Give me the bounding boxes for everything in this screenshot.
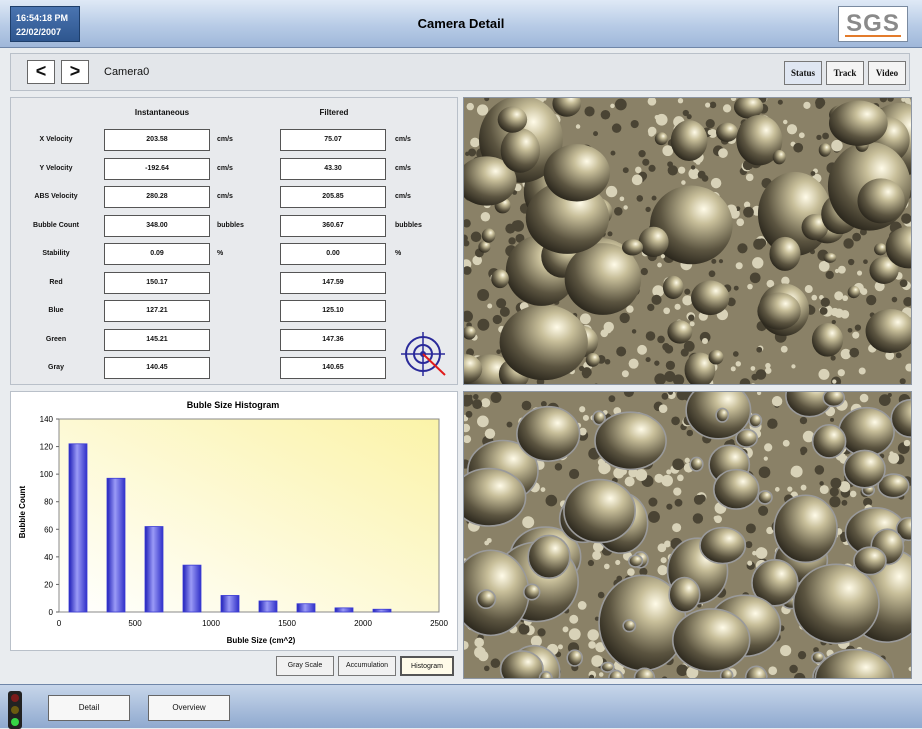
y-tick-label: 20 (44, 580, 53, 589)
traffic-light-icon (8, 691, 22, 729)
track-button[interactable]: Track (826, 61, 864, 85)
histogram-bar (258, 600, 278, 613)
y-tick-label: 40 (44, 553, 53, 562)
camera-nav-bar: < > Camera0 Status Track Video (10, 53, 910, 91)
instantaneous-value: 280.28 (104, 186, 210, 208)
logo-text: SGS (846, 10, 900, 37)
y-tick-label: 100 (40, 470, 54, 479)
row-label: Bubble Count (33, 221, 79, 229)
green-light (11, 718, 19, 726)
x-axis-label: Buble Size (cm^2) (227, 636, 296, 645)
filtered-value: 205.85 (280, 186, 386, 208)
histogram-mode-buttons: Gray Scale Accumulation Histogram (10, 653, 458, 677)
title-bar: 16:54:18 PM 22/02/2007 Camera Detail SGS (0, 0, 922, 48)
camera-raw-image (463, 97, 912, 385)
x-tick-label: 2000 (354, 619, 372, 628)
filtered-unit: bubbles (395, 221, 422, 229)
histogram-bar (372, 608, 392, 613)
y-tick-label: 120 (40, 443, 54, 452)
instantaneous-value: 348.00 (104, 214, 210, 237)
histogram-bar (106, 477, 126, 613)
instantaneous-value: 150.17 (104, 271, 210, 294)
instantaneous-value: 140.45 (104, 357, 210, 379)
row-label: Stability (42, 250, 70, 257)
instantaneous-header: Instantaneous (134, 108, 190, 117)
x-tick-label: 1500 (278, 619, 296, 628)
y-tick-label: 60 (44, 525, 53, 534)
bubble-size-histogram: Buble Size Histogram 020406080100120140 … (18, 400, 449, 645)
detail-button[interactable]: Detail (48, 695, 130, 721)
filtered-value: 0.00 (280, 243, 386, 265)
x-tick-label: 2500 (430, 619, 448, 628)
overview-button[interactable]: Overview (148, 695, 230, 721)
measurement-panel: Instantaneous Filtered X Velocity 203.58 c… (10, 97, 458, 385)
instantaneous-unit: cm/s (217, 164, 233, 172)
y-tick-label: 140 (40, 415, 54, 424)
bubble-froth-image (464, 98, 911, 384)
video-button[interactable]: Video (868, 61, 906, 85)
row-label: Red (49, 278, 63, 286)
filtered-header: Filtered (319, 108, 349, 117)
filtered-value: 43.30 (280, 157, 386, 180)
histogram-bar (220, 595, 240, 613)
segmented-bubble-image (464, 392, 911, 678)
histogram-bar (296, 603, 316, 613)
y-axis-ticks: 0 20 40 60 80 100 120 140 (40, 415, 59, 617)
filtered-unit: cm/s (395, 164, 411, 172)
x-tick-label: 1000 (202, 619, 220, 628)
row-label: Gray (48, 364, 64, 371)
previous-camera-button[interactable]: < (27, 60, 55, 84)
filtered-value: 125.10 (280, 300, 386, 322)
status-button[interactable]: Status (784, 61, 822, 85)
row-label: Green (45, 335, 67, 343)
filtered-value: 75.07 (280, 129, 386, 151)
filtered-value: 147.36 (280, 328, 386, 351)
page-title: Camera Detail (417, 16, 505, 31)
gray-scale-button[interactable]: Gray Scale (276, 656, 334, 676)
camera-name: Camera0 (104, 66, 150, 78)
x-tick-label: 500 (128, 619, 142, 628)
logo-underline (845, 35, 901, 37)
row-label: X Velocity (39, 136, 73, 143)
yellow-light (11, 706, 19, 714)
instantaneous-value: -192.64 (104, 157, 210, 180)
instantaneous-unit: % (217, 250, 224, 257)
filtered-value: 147.59 (280, 271, 386, 294)
histogram-bar (182, 564, 202, 613)
filtered-unit: cm/s (395, 136, 411, 143)
red-light (11, 694, 19, 702)
next-camera-button[interactable]: > (61, 60, 89, 84)
instantaneous-value: 203.58 (104, 129, 210, 151)
instantaneous-value: 0.09 (104, 243, 210, 265)
histogram-bar (334, 607, 354, 613)
y-tick-label: 0 (49, 608, 54, 617)
row-label: ABS Velocity (34, 193, 78, 200)
histogram-bar (144, 526, 164, 613)
row-label: Y Velocity (39, 164, 73, 172)
y-tick-label: 80 (44, 498, 53, 507)
crosshair-target-icon[interactable] (399, 330, 449, 380)
x-axis-ticks: 0 500 1000 1500 2000 2500 (57, 619, 449, 628)
histogram-panel: Buble Size Histogram 0 20 40 60 80 100 120 140 … (10, 391, 458, 651)
y-axis-label: Bubble Count (18, 485, 27, 538)
histogram-button[interactable]: Histogram (400, 656, 454, 676)
filtered-value: 140.65 (280, 357, 386, 379)
row-label: Blue (48, 307, 64, 314)
instantaneous-unit: bubbles (217, 221, 244, 229)
instantaneous-value: 127.21 (104, 300, 210, 322)
filtered-value: 360.67 (280, 214, 386, 237)
histogram-bar (68, 443, 88, 613)
instantaneous-value: 145.21 (104, 328, 210, 351)
instantaneous-unit: cm/s (217, 193, 233, 200)
histogram-title: Buble Size Histogram (187, 400, 280, 410)
x-tick-label: 0 (57, 619, 62, 628)
accumulation-button[interactable]: Accumulation (338, 656, 396, 676)
footer-bar: Detail Overview (0, 684, 922, 729)
filtered-unit: cm/s (395, 193, 411, 200)
camera-segmented-image (463, 391, 912, 679)
sgs-logo: SGS (838, 6, 908, 42)
instantaneous-unit: cm/s (217, 136, 233, 143)
filtered-unit: % (395, 250, 402, 257)
